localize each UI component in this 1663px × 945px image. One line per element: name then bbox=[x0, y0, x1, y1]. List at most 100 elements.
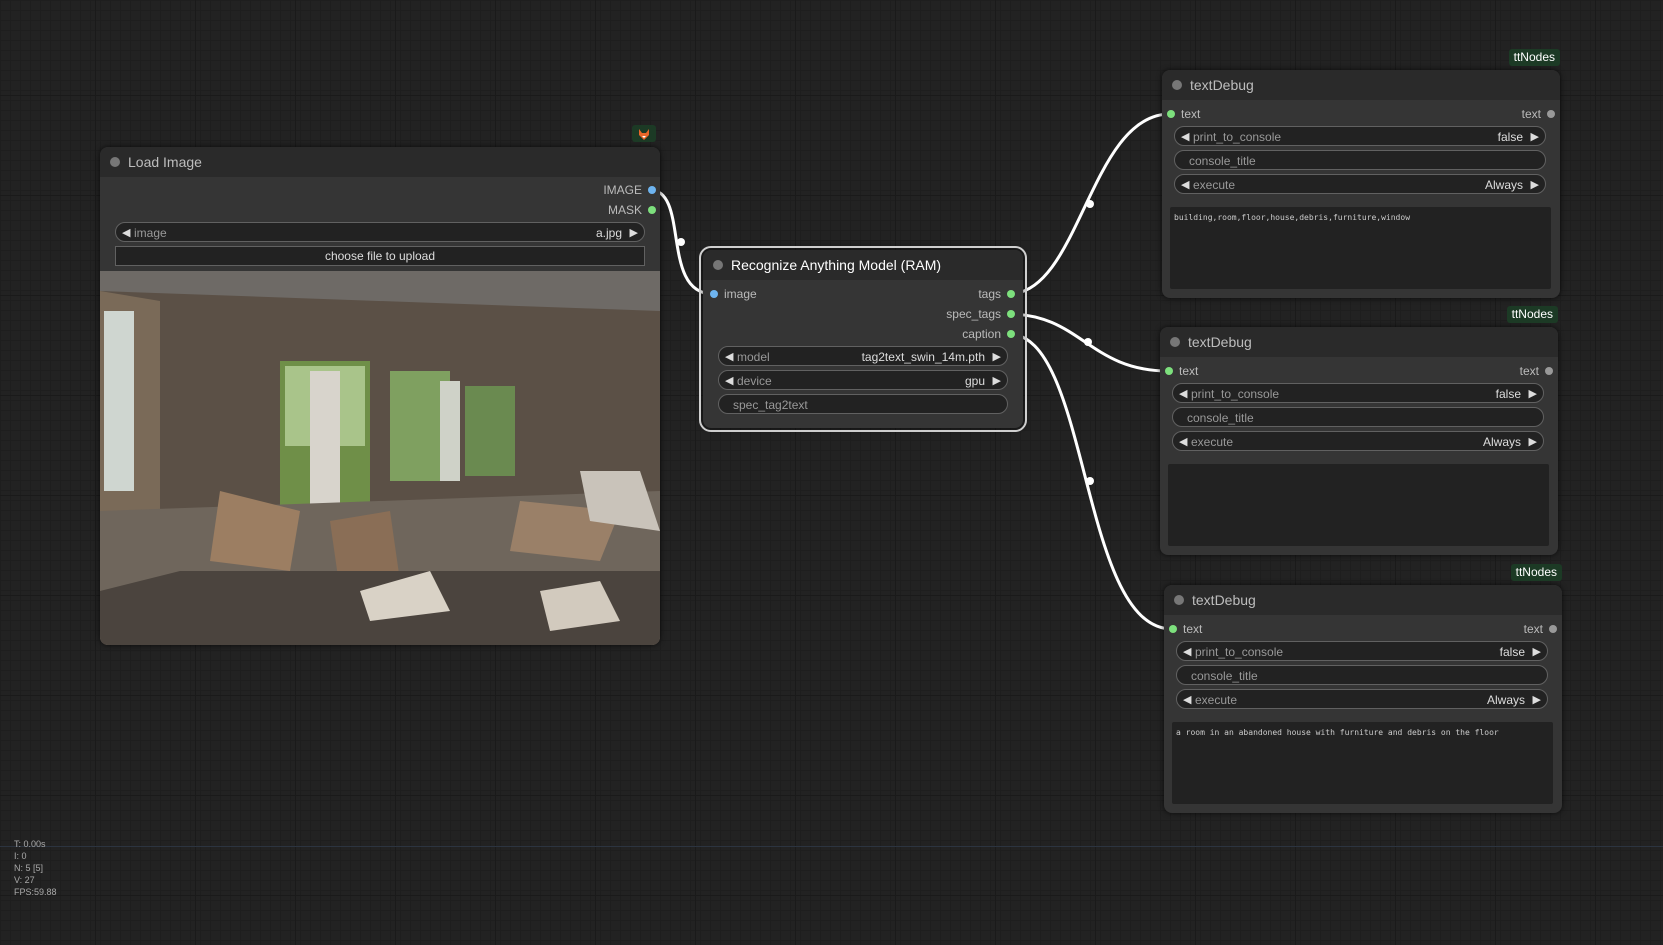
console-title-field[interactable]: console_title bbox=[1172, 407, 1544, 427]
slot-label: text bbox=[1523, 622, 1543, 636]
output-slot-tags[interactable]: tags bbox=[915, 287, 1015, 301]
slot-label: image bbox=[724, 287, 757, 301]
increment-arrow-icon[interactable]: ▶ bbox=[1531, 127, 1539, 147]
decrement-arrow-icon[interactable]: ◀ bbox=[1179, 384, 1187, 404]
output-slot-text[interactable]: text bbox=[1473, 364, 1553, 378]
slot-dot[interactable] bbox=[1007, 310, 1015, 318]
input-slot-text[interactable]: text bbox=[1165, 364, 1245, 378]
slot-label: tags bbox=[978, 287, 1001, 301]
increment-arrow-icon[interactable]: ▶ bbox=[993, 347, 1001, 367]
collapse-dot[interactable] bbox=[713, 260, 723, 270]
slot-dot[interactable] bbox=[1007, 290, 1015, 298]
output-slot-caption[interactable]: caption bbox=[915, 327, 1015, 341]
console-title-field[interactable]: console_title bbox=[1174, 150, 1546, 170]
increment-arrow-icon[interactable]: ▶ bbox=[1533, 690, 1541, 710]
debug-text-area[interactable] bbox=[1168, 464, 1549, 546]
console-title-field[interactable]: console_title bbox=[1176, 665, 1548, 685]
input-slot-image[interactable]: image bbox=[710, 287, 790, 301]
decrement-arrow-icon[interactable]: ◀ bbox=[725, 371, 733, 391]
slot-dot[interactable] bbox=[1165, 367, 1173, 375]
slot-dot[interactable] bbox=[1007, 330, 1015, 338]
execute-combo[interactable]: ◀ execute Always ▶ bbox=[1176, 689, 1548, 709]
widget-name: console_title bbox=[1191, 669, 1258, 683]
increment-arrow-icon[interactable]: ▶ bbox=[630, 223, 638, 243]
increment-arrow-icon[interactable]: ▶ bbox=[993, 371, 1001, 391]
output-slot-mask[interactable]: MASK bbox=[536, 203, 656, 217]
model-combo[interactable]: ◀ model tag2text_swin_14m.pth ▶ bbox=[718, 346, 1008, 366]
widget-name: spec_tag2text bbox=[733, 398, 808, 412]
image-combo[interactable]: ◀ image a.jpg ▶ bbox=[115, 222, 645, 242]
decrement-arrow-icon[interactable]: ◀ bbox=[122, 223, 130, 243]
decrement-arrow-icon[interactable]: ◀ bbox=[1181, 127, 1189, 147]
slot-dot[interactable] bbox=[1549, 625, 1557, 633]
widget-name: execute bbox=[1195, 693, 1238, 707]
ttnodes-badge: ttNodes bbox=[1506, 306, 1558, 323]
print-to-console-toggle[interactable]: ◀ print_to_console false ▶ bbox=[1176, 641, 1548, 661]
input-slot-text[interactable]: text bbox=[1167, 107, 1247, 121]
spec-tag2text-field[interactable]: spec_tag2text bbox=[718, 394, 1008, 414]
render-stats: T: 0.00s I: 0 N: 5 [5] V: 27 FPS:59.88 bbox=[14, 838, 57, 898]
slot-dot[interactable] bbox=[1547, 110, 1555, 118]
stat-fps: FPS:59.88 bbox=[14, 887, 57, 897]
debug-text-area[interactable]: building,room,floor,house,debris,furnitu… bbox=[1170, 207, 1551, 289]
ttnodes-badge: ttNodes bbox=[1508, 49, 1560, 66]
input-slot-text[interactable]: text bbox=[1169, 622, 1249, 636]
stat-iterations: I: 0 bbox=[14, 851, 27, 861]
text-debug-node-2[interactable]: ttNodes textDebug text text ◀ print_to_c… bbox=[1160, 306, 1558, 555]
collapse-dot[interactable] bbox=[1174, 595, 1184, 605]
device-combo[interactable]: ◀ device gpu ▶ bbox=[718, 370, 1008, 390]
collapse-dot[interactable] bbox=[1170, 337, 1180, 347]
slot-dot[interactable] bbox=[1169, 625, 1177, 633]
node-title: textDebug bbox=[1190, 77, 1254, 93]
slot-label: MASK bbox=[607, 203, 642, 217]
increment-arrow-icon[interactable]: ▶ bbox=[1529, 432, 1537, 452]
node-title-bar[interactable]: textDebug bbox=[1160, 327, 1558, 357]
output-slot-text[interactable]: text bbox=[1475, 107, 1555, 121]
decrement-arrow-icon[interactable]: ◀ bbox=[1181, 175, 1189, 195]
node-title: textDebug bbox=[1192, 592, 1256, 608]
fox-badge bbox=[632, 125, 656, 142]
increment-arrow-icon[interactable]: ▶ bbox=[1533, 642, 1541, 662]
decrement-arrow-icon[interactable]: ◀ bbox=[725, 347, 733, 367]
output-slot-text[interactable]: text bbox=[1477, 622, 1557, 636]
widget-name: execute bbox=[1193, 178, 1236, 192]
increment-arrow-icon[interactable]: ▶ bbox=[1529, 384, 1537, 404]
slot-dot[interactable] bbox=[710, 290, 718, 298]
output-slot-spec-tags[interactable]: spec_tags bbox=[915, 307, 1015, 321]
execute-combo[interactable]: ◀ execute Always ▶ bbox=[1174, 174, 1546, 194]
slot-label: IMAGE bbox=[603, 183, 642, 197]
collapse-dot[interactable] bbox=[110, 157, 120, 167]
stat-time: T: 0.00s bbox=[14, 839, 46, 849]
upload-button[interactable]: choose file to upload bbox=[115, 246, 645, 266]
slot-label: text bbox=[1519, 364, 1539, 378]
execute-combo[interactable]: ◀ execute Always ▶ bbox=[1172, 431, 1544, 451]
print-to-console-toggle[interactable]: ◀ print_to_console false ▶ bbox=[1172, 383, 1544, 403]
debug-text-area[interactable]: a room in an abandoned house with furnit… bbox=[1172, 722, 1553, 804]
collapse-dot[interactable] bbox=[1172, 80, 1182, 90]
stat-nodes: N: 5 [5] bbox=[14, 863, 44, 873]
node-title-bar[interactable]: Load Image bbox=[100, 147, 660, 177]
node-title-bar[interactable]: textDebug bbox=[1162, 70, 1560, 100]
text-debug-node-3[interactable]: ttNodes textDebug text text ◀ print_to_c… bbox=[1164, 564, 1562, 813]
slot-dot[interactable] bbox=[1167, 110, 1175, 118]
ram-node[interactable]: Recognize Anything Model (RAM) image tag… bbox=[699, 246, 1027, 432]
ttnodes-badge: ttNodes bbox=[1510, 564, 1562, 581]
slot-dot[interactable] bbox=[1545, 367, 1553, 375]
decrement-arrow-icon[interactable]: ◀ bbox=[1183, 690, 1191, 710]
output-slot-image[interactable]: IMAGE bbox=[536, 183, 656, 197]
decrement-arrow-icon[interactable]: ◀ bbox=[1183, 642, 1191, 662]
increment-arrow-icon[interactable]: ▶ bbox=[1531, 175, 1539, 195]
canvas-divider bbox=[0, 846, 1663, 847]
slot-label: text bbox=[1521, 107, 1541, 121]
slot-dot[interactable] bbox=[648, 186, 656, 194]
node-title-bar[interactable]: textDebug bbox=[1164, 585, 1562, 615]
decrement-arrow-icon[interactable]: ◀ bbox=[1179, 432, 1187, 452]
slot-dot[interactable] bbox=[648, 206, 656, 214]
node-title-bar[interactable]: Recognize Anything Model (RAM) bbox=[703, 250, 1023, 280]
slot-label: text bbox=[1183, 622, 1203, 636]
load-image-node[interactable]: Load Image IMAGE MASK ◀ image a.jpg ▶ ch… bbox=[100, 125, 660, 645]
widget-value: Always bbox=[1484, 178, 1523, 192]
print-to-console-toggle[interactable]: ◀ print_to_console false ▶ bbox=[1174, 126, 1546, 146]
text-debug-node-1[interactable]: ttNodes textDebug text text ◀ print_to_c… bbox=[1162, 49, 1560, 298]
widget-name: image bbox=[134, 226, 167, 240]
